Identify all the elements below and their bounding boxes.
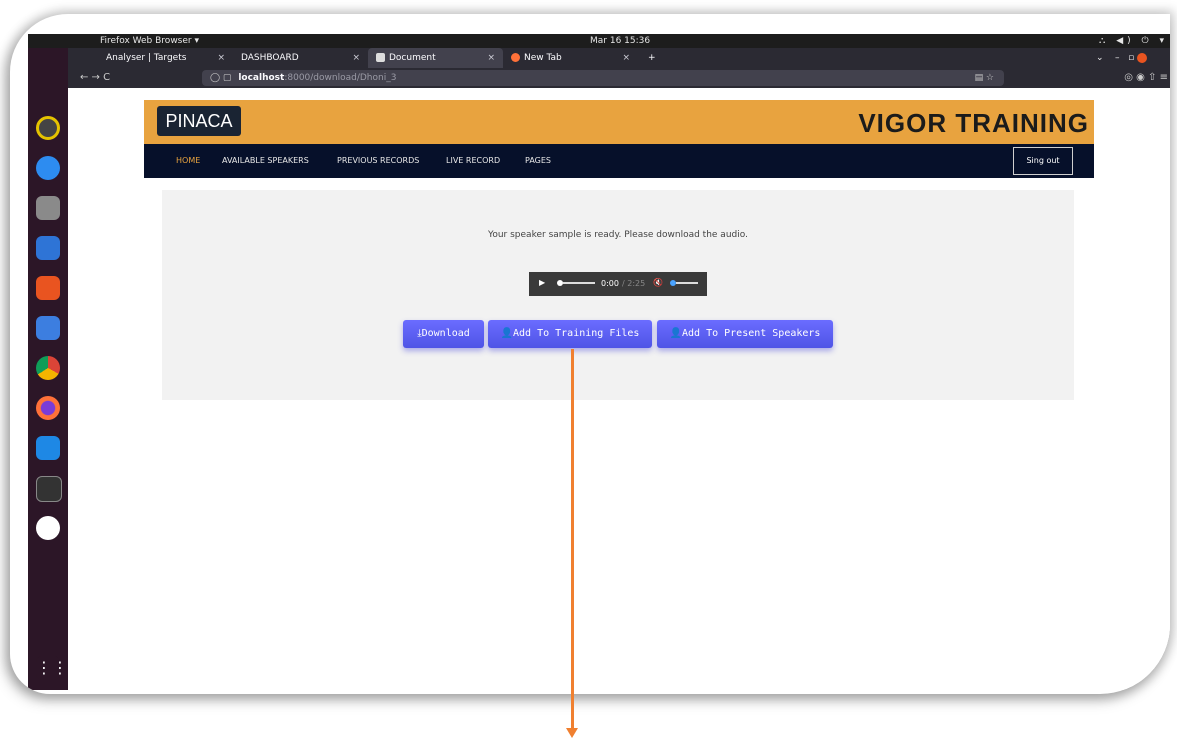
nav-available-speakers[interactable]: AVAILABLE SPEAKERS	[222, 144, 309, 178]
url-path: :8000/download/Dhoni_3	[284, 73, 397, 83]
desktop-screen: Firefox Web Browser ▾ Mar 16 15:36 ⛬ ◀) …	[28, 34, 1170, 690]
nav-live-record[interactable]: LIVE RECORD	[446, 144, 500, 178]
mongodb-compass-icon[interactable]	[36, 516, 60, 540]
writer-icon[interactable]	[36, 236, 60, 260]
download-panel: Your speaker sample is ready. Please dow…	[162, 190, 1074, 400]
annotation-arrow-line	[571, 349, 574, 730]
close-icon[interactable]: ×	[217, 48, 225, 68]
nav-pages[interactable]: PAGES	[525, 144, 551, 178]
tab-label: Analyser | Targets	[106, 53, 187, 63]
firefox-icon[interactable]	[36, 396, 60, 420]
page-icon	[376, 53, 385, 62]
download-button[interactable]: ⤓Download	[403, 320, 484, 348]
tab-label: New Tab	[524, 53, 562, 63]
url-host: localhost	[238, 73, 285, 83]
current-time: 0:00	[601, 279, 619, 288]
navigation-toolbar: ← → C ◯ ▢ localhost:8000/download/Dhoni_…	[68, 68, 1170, 88]
close-icon[interactable]: ×	[622, 48, 630, 68]
mute-icon[interactable]: 🔇	[653, 278, 663, 287]
firefox-tab-icon	[511, 53, 520, 62]
audio-player[interactable]: ▶ 0:00 / 2:25 🔇	[529, 272, 707, 296]
back-forward-reload-icons[interactable]: ← → C	[80, 68, 110, 88]
volume-track[interactable]	[676, 282, 698, 284]
app-center-icon[interactable]	[36, 276, 60, 300]
tab-analyser[interactable]: Analyser | Targets ×	[98, 48, 233, 68]
site-nav: HOME AVAILABLE SPEAKERS PREVIOUS RECORDS…	[144, 144, 1094, 178]
signout-button[interactable]: Sing out	[1013, 147, 1073, 175]
screenshot-frame: Firefox Web Browser ▾ Mar 16 15:36 ⛬ ◀) …	[10, 14, 1170, 694]
text-editor-icon[interactable]	[36, 316, 60, 340]
bookmark-star-icon[interactable]: ▤ ☆	[975, 70, 994, 86]
gnome-top-bar: Firefox Web Browser ▾ Mar 16 15:36 ⛬ ◀) …	[28, 34, 1170, 48]
nav-previous-records[interactable]: PREVIOUS RECORDS	[337, 144, 419, 178]
shield-icon: ◯ ▢	[210, 73, 232, 83]
window-controls[interactable]: ⌄ – ▫	[1088, 48, 1168, 68]
close-icon[interactable]: ×	[487, 48, 495, 68]
tab-label: DASHBOARD	[241, 53, 299, 63]
help-icon[interactable]	[36, 156, 60, 180]
seek-track[interactable]	[563, 282, 595, 284]
files-icon[interactable]	[36, 196, 60, 220]
brand-title: VIGOR TRAINING	[858, 108, 1089, 138]
clock[interactable]: Mar 16 15:36	[590, 34, 650, 48]
browser-tab-bar: Analyser | Targets × DASHBOARD × Document ×…	[68, 48, 1170, 68]
duration: / 2:25	[622, 279, 646, 288]
toolbar-icons[interactable]: ◎ ◉ ⇧ ≡	[1124, 68, 1168, 88]
vscode-icon[interactable]	[36, 436, 60, 460]
add-to-training-files-button[interactable]: 👤Add To Training Files	[488, 320, 652, 348]
tab-label: Document	[389, 53, 436, 63]
annotation-arrow-head	[566, 728, 578, 738]
pinaca-logo[interactable]: PINACA	[157, 106, 241, 136]
play-icon[interactable]: ▶	[539, 278, 545, 287]
close-window-icon[interactable]	[1137, 52, 1148, 63]
chrome-icon[interactable]	[36, 356, 60, 380]
site-header: PINACA VIGOR TRAINING	[144, 100, 1094, 144]
show-apps-icon[interactable]: ⋮⋮	[36, 656, 68, 680]
ubuntu-dock: ⋮⋮	[28, 48, 68, 690]
tab-document[interactable]: Document ×	[368, 48, 503, 68]
system-tray[interactable]: ⛬ ◀) ⏻ ▾	[1099, 34, 1168, 48]
web-page: PINACA VIGOR TRAINING HOME AVAILABLE SPE…	[68, 88, 1170, 690]
terminal-icon[interactable]	[36, 476, 62, 502]
close-icon[interactable]: ×	[352, 48, 360, 68]
nav-home[interactable]: HOME	[176, 144, 200, 178]
url-bar[interactable]: ◯ ▢ localhost:8000/download/Dhoni_3 ▤ ☆	[202, 70, 1004, 86]
tab-dashboard[interactable]: DASHBOARD ×	[233, 48, 368, 68]
rhythmbox-icon[interactable]	[36, 116, 60, 140]
ready-message: Your speaker sample is ready. Please dow…	[488, 230, 748, 240]
new-tab-button[interactable]: +	[640, 48, 660, 68]
tab-new-tab[interactable]: New Tab ×	[503, 48, 638, 68]
activities-app-menu[interactable]: Firefox Web Browser ▾	[100, 34, 199, 48]
add-to-present-speakers-button[interactable]: 👤Add To Present Speakers	[657, 320, 833, 348]
